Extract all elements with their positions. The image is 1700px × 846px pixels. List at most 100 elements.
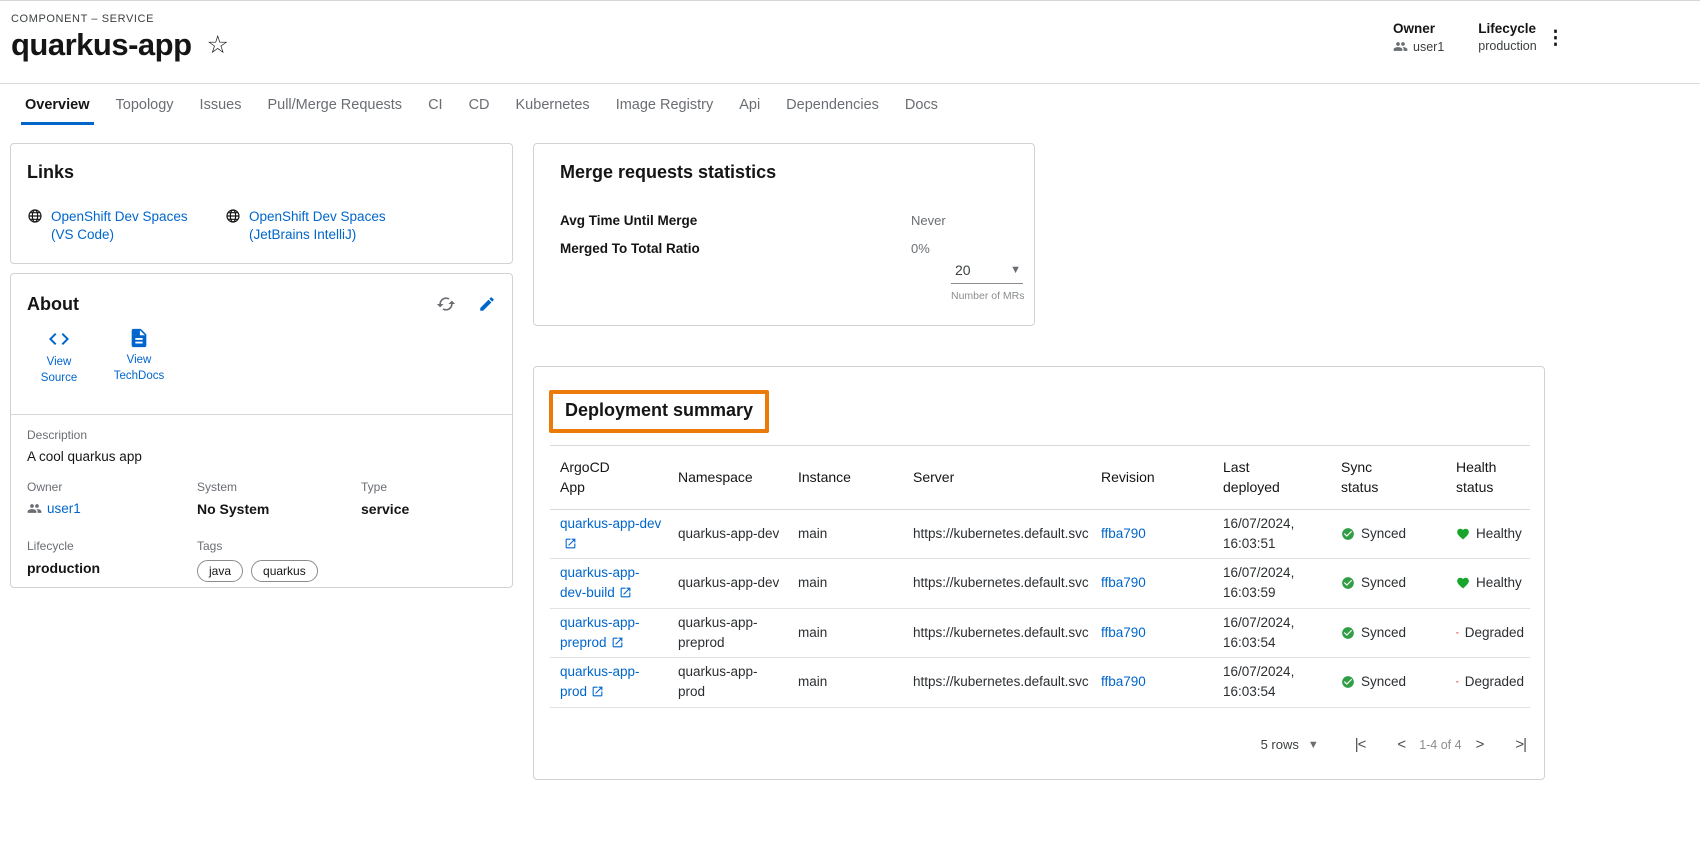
tab-image-registry[interactable]: Image Registry (603, 85, 727, 125)
chevron-down-icon: ▼ (1308, 739, 1319, 751)
rows-per-page-select[interactable]: 5 rows ▼ (1261, 737, 1319, 752)
mrs-select-caption: Number of MRs (951, 290, 1023, 302)
tab-api[interactable]: Api (726, 85, 773, 125)
open-in-new-icon (564, 537, 577, 550)
argocd-app-link[interactable]: quarkus-app-dev-build (560, 565, 640, 600)
stat-row-avg-merge: Avg Time Until Merge Never (560, 213, 1008, 228)
instance-cell: main (788, 658, 903, 708)
about-type-field: Type service (361, 480, 496, 521)
links-card-title: Links (27, 162, 496, 183)
check-circle-icon (1341, 576, 1355, 590)
tab-dependencies[interactable]: Dependencies (773, 85, 892, 125)
link-devspaces-vscode[interactable]: OpenShift Dev Spaces (VS Code) (27, 208, 199, 244)
about-lifecycle-field: Lifecycle production (27, 539, 197, 582)
table-header-row: ArgoCD App Namespace Instance Server Rev… (550, 446, 1530, 510)
col-health-status: Health status (1446, 446, 1530, 510)
entity-tabs: Overview Topology Issues Pull/Merge Requ… (0, 85, 1700, 125)
argocd-app-link[interactable]: quarkus-app-dev (560, 516, 661, 551)
sync-status-cell: Synced (1341, 672, 1440, 692)
chevron-down-icon: ▼ (1010, 264, 1021, 276)
revision-link[interactable]: ffba790 (1101, 625, 1146, 640)
more-options-kebab-icon[interactable]: ⋮ (1540, 25, 1571, 52)
sync-status-cell: Synced (1341, 573, 1440, 593)
owner-label: Owner (1393, 21, 1444, 36)
links-list: OpenShift Dev Spaces (VS Code) OpenShift… (27, 208, 496, 244)
owner-name: user1 (1413, 40, 1444, 54)
about-type-label: Type (361, 480, 496, 494)
favorite-star-icon[interactable]: ☆ (207, 33, 229, 58)
stat-label: Avg Time Until Merge (560, 213, 911, 228)
server-cell: https://kubernetes.default.svc (903, 509, 1091, 559)
merge-stats-title: Merge requests statistics (560, 162, 1008, 183)
group-icon (27, 501, 42, 516)
header-metadata: Owner user1 Lifecycle production (1393, 21, 1537, 54)
check-circle-icon (1341, 675, 1355, 689)
col-revision: Revision (1091, 446, 1213, 510)
stat-value: Never (911, 213, 946, 228)
health-status-cell: Healthy (1456, 573, 1524, 593)
tab-ci[interactable]: CI (415, 85, 456, 125)
stat-value: 0% (911, 241, 930, 256)
refresh-icon[interactable] (436, 294, 456, 314)
entity-page: COMPONENT – SERVICE quarkus-app ☆ Owner … (0, 0, 1700, 846)
tab-topology[interactable]: Topology (103, 85, 187, 125)
number-of-mrs-select[interactable]: 20 ▼ Number of MRs (951, 262, 1023, 302)
about-card: About View Source View TechDo (10, 273, 513, 588)
links-card: Links OpenShift Dev Spaces (VS Code) Ope… (10, 143, 513, 264)
health-status-cell: Degraded (1456, 672, 1524, 692)
table-row: quarkus-app-preprod quarkus-app-preprod … (550, 608, 1530, 658)
last-deployed-cell: 16/07/2024, 16:03:54 (1213, 658, 1331, 708)
edit-pencil-icon[interactable] (478, 295, 496, 313)
next-page-icon[interactable]: > (1476, 736, 1484, 753)
tab-kubernetes[interactable]: Kubernetes (503, 85, 603, 125)
namespace-cell: quarkus-app-preprod (668, 608, 788, 658)
title-row: quarkus-app ☆ (11, 27, 229, 63)
table-pagination: 5 rows ▼ |< < 1-4 of 4 > >| (1261, 736, 1526, 753)
open-in-new-icon (611, 636, 624, 649)
broken-heart-icon (1456, 675, 1459, 689)
mrs-select-value: 20 (955, 262, 971, 278)
sync-status-cell: Synced (1341, 524, 1440, 544)
link-devspaces-intellij[interactable]: OpenShift Dev Spaces (JetBrains IntelliJ… (225, 208, 397, 244)
instance-cell: main (788, 559, 903, 609)
about-owner-label: Owner (27, 480, 197, 494)
revision-link[interactable]: ffba790 (1101, 526, 1146, 541)
tab-docs[interactable]: Docs (892, 85, 951, 125)
argocd-app-link[interactable]: quarkus-app-prod (560, 664, 640, 699)
first-page-icon[interactable]: |< (1355, 736, 1366, 753)
about-tags-field: Tags java quarkus (197, 539, 361, 582)
owner-block: Owner user1 (1393, 21, 1444, 54)
open-in-new-icon (619, 586, 632, 599)
table-row: quarkus-app-prod quarkus-app-prod main h… (550, 658, 1530, 708)
health-status-cell: Degraded (1456, 623, 1524, 643)
col-namespace: Namespace (668, 446, 788, 510)
about-lifecycle-label: Lifecycle (27, 539, 197, 553)
argocd-app-link[interactable]: quarkus-app-preprod (560, 615, 640, 650)
globe-icon (27, 208, 43, 224)
view-source-button[interactable]: View Source (27, 327, 91, 386)
previous-page-icon[interactable]: < (1397, 736, 1405, 753)
last-page-icon[interactable]: >| (1515, 736, 1526, 753)
view-techdocs-button[interactable]: View TechDocs (107, 327, 171, 386)
globe-icon (225, 208, 241, 224)
table-row: quarkus-app-dev-build quarkus-app-dev ma… (550, 559, 1530, 609)
about-owner-link[interactable]: user1 (27, 501, 81, 516)
tab-overview[interactable]: Overview (12, 85, 103, 125)
tab-pull-merge-requests[interactable]: Pull/Merge Requests (254, 85, 415, 125)
open-in-new-icon (591, 685, 604, 698)
tag-chip-quarkus: quarkus (251, 560, 318, 582)
revision-link[interactable]: ffba790 (1101, 575, 1146, 590)
heart-icon (1456, 576, 1470, 590)
tag-chip-java: java (197, 560, 243, 582)
revision-link[interactable]: ffba790 (1101, 674, 1146, 689)
table-row: quarkus-app-dev quarkus-app-dev main htt… (550, 509, 1530, 559)
view-techdocs-label: View TechDocs (107, 352, 171, 384)
col-server: Server (903, 446, 1091, 510)
col-last-deployed: Last deployed (1213, 446, 1331, 510)
lifecycle-label: Lifecycle (1478, 21, 1536, 36)
tab-issues[interactable]: Issues (187, 85, 255, 125)
tab-cd[interactable]: CD (456, 85, 503, 125)
link-label: OpenShift Dev Spaces (JetBrains IntelliJ… (249, 208, 397, 244)
description-label: Description (27, 428, 496, 442)
view-source-label: View Source (27, 354, 91, 386)
